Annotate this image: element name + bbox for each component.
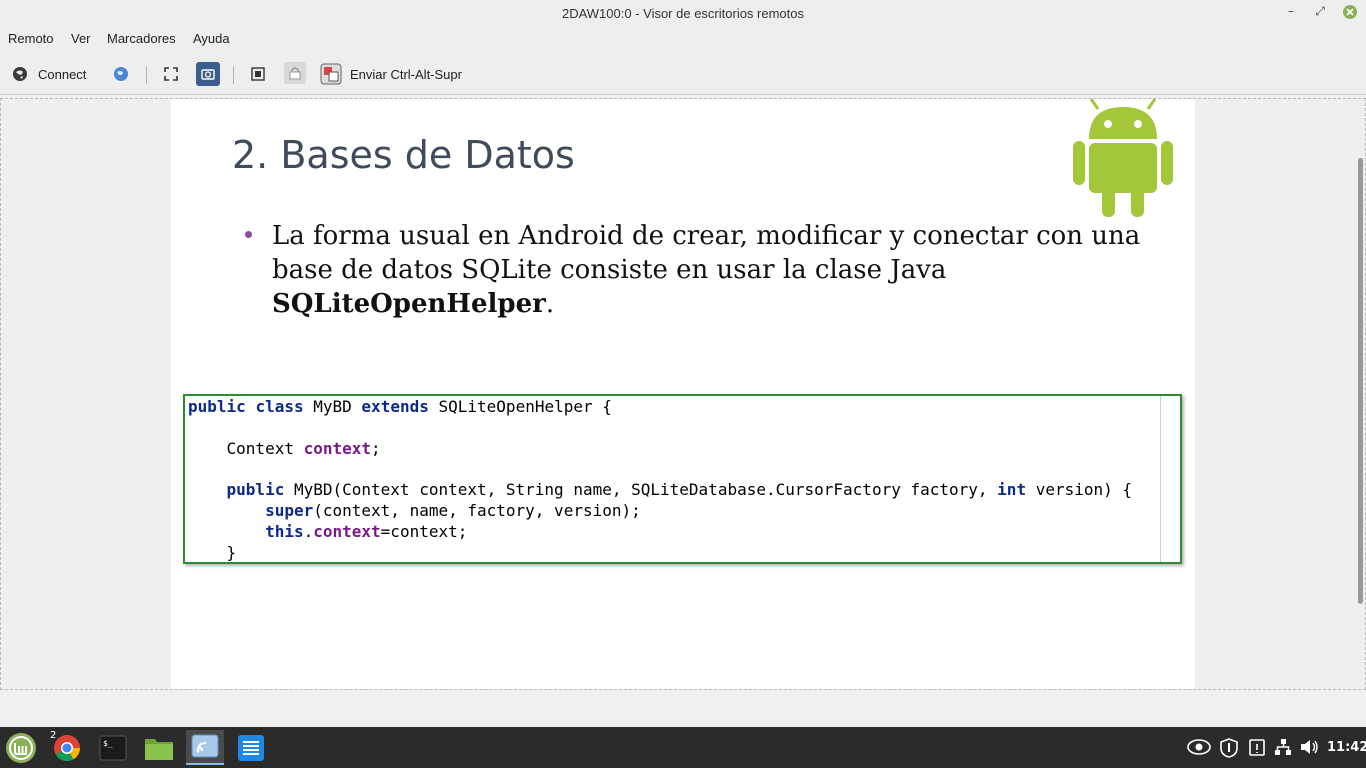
- code-line: public MyBD(Context context, String name…: [226, 480, 1133, 500]
- keyboard-icon: [320, 63, 342, 85]
- chrome-icon: [54, 734, 81, 761]
- scale-button[interactable]: [250, 64, 266, 84]
- bullet-text: La forma usual en Android de crear, modi…: [272, 221, 1141, 319]
- code-line: this.context=context;: [265, 521, 468, 541]
- code-line: }: [226, 542, 237, 562]
- shield-icon[interactable]: [1220, 738, 1238, 758]
- scrollbar-thumb[interactable]: [1358, 158, 1363, 604]
- connect-icon: [13, 67, 27, 81]
- bullet-icon: [245, 231, 252, 238]
- text-editor-icon: [238, 734, 264, 761]
- mint-menu-icon: [6, 732, 36, 763]
- connect-label: Connect: [38, 66, 87, 82]
- vertical-scrollbar[interactable]: [1358, 100, 1364, 688]
- ctrl-alt-del-label: Enviar Ctrl-Alt-Supr: [350, 66, 462, 82]
- screenshot-button[interactable]: [196, 62, 220, 86]
- mint-menu-button[interactable]: [2, 730, 40, 765]
- code-snippet: public class MyBD extends SQLiteOpenHelp…: [183, 394, 1182, 564]
- remote-viewer-button[interactable]: [186, 730, 224, 765]
- minimize-button[interactable]: –: [1283, 4, 1299, 18]
- presentation-slide: 2. Bases de Datos La forma usual en Andr…: [171, 99, 1195, 689]
- globe-icon: [114, 67, 128, 81]
- slide-title: 2. Bases de Datos: [232, 133, 575, 177]
- menu-remoto[interactable]: Remoto: [8, 31, 54, 46]
- bullet-bold: SQLiteOpenHelper: [272, 289, 546, 319]
- window-title: 2DAW100:0 - Visor de escritorios remotos: [561, 6, 805, 21]
- chrome-badge: 2: [50, 730, 57, 741]
- remote-viewer-icon: [191, 734, 219, 757]
- chrome-button[interactable]: 2: [48, 730, 86, 765]
- volume-icon[interactable]: [1300, 738, 1320, 756]
- globe-button[interactable]: [113, 64, 129, 84]
- code-line: Context context;: [226, 438, 381, 458]
- android-logo-icon: [1073, 99, 1173, 217]
- menu-ver[interactable]: Ver: [71, 31, 91, 46]
- code-line: super(context, name, factory, version);: [265, 500, 641, 520]
- lock-button[interactable]: [284, 62, 306, 84]
- fullscreen-icon: [164, 67, 178, 81]
- screenshot-icon: [201, 69, 215, 80]
- menu-marcadores[interactable]: Marcadores: [107, 31, 176, 46]
- fullscreen-button[interactable]: [163, 64, 179, 84]
- code-line: public class MyBD extends SQLiteOpenHelp…: [188, 397, 612, 416]
- clock[interactable]: 11:42: [1327, 740, 1366, 755]
- terminal-button[interactable]: $_: [94, 730, 132, 765]
- close-button[interactable]: [1342, 4, 1358, 23]
- eye-icon[interactable]: [1187, 738, 1211, 756]
- close-icon: [1343, 5, 1357, 19]
- files-button[interactable]: [140, 730, 178, 765]
- terminal-icon: $_: [99, 735, 127, 760]
- code-text: public class MyBD extends SQLiteOpenHelp…: [188, 397, 1132, 563]
- text-editor-button[interactable]: [232, 730, 270, 765]
- connect-button[interactable]: Connect: [12, 64, 86, 84]
- taskbar: 2 $_ 11:42: [0, 727, 1366, 768]
- toolbar-separator: [233, 66, 234, 84]
- network-icon[interactable]: [1274, 738, 1292, 756]
- clipboard-icon[interactable]: [1249, 738, 1265, 756]
- remote-desktop-view[interactable]: 2. Bases de Datos La forma usual en Andr…: [0, 98, 1366, 690]
- menu-ayuda[interactable]: Ayuda: [193, 31, 230, 46]
- ctrl-alt-del-button[interactable]: Enviar Ctrl-Alt-Supr: [320, 63, 462, 85]
- maximize-button[interactable]: ⤢: [1312, 4, 1328, 19]
- scale-icon: [251, 67, 265, 81]
- toolbar-separator: [146, 66, 147, 84]
- menu-bar: Remoto Ver Marcadores Ayuda: [0, 26, 1366, 52]
- svg-text:$_: $_: [103, 739, 113, 748]
- title-bar: 2DAW100:0 - Visor de escritorios remotos…: [0, 0, 1366, 26]
- toolbar: Connect Enviar Ctrl-Alt-Supr: [0, 54, 1366, 95]
- lock-icon: [289, 67, 301, 80]
- files-icon: [145, 738, 173, 760]
